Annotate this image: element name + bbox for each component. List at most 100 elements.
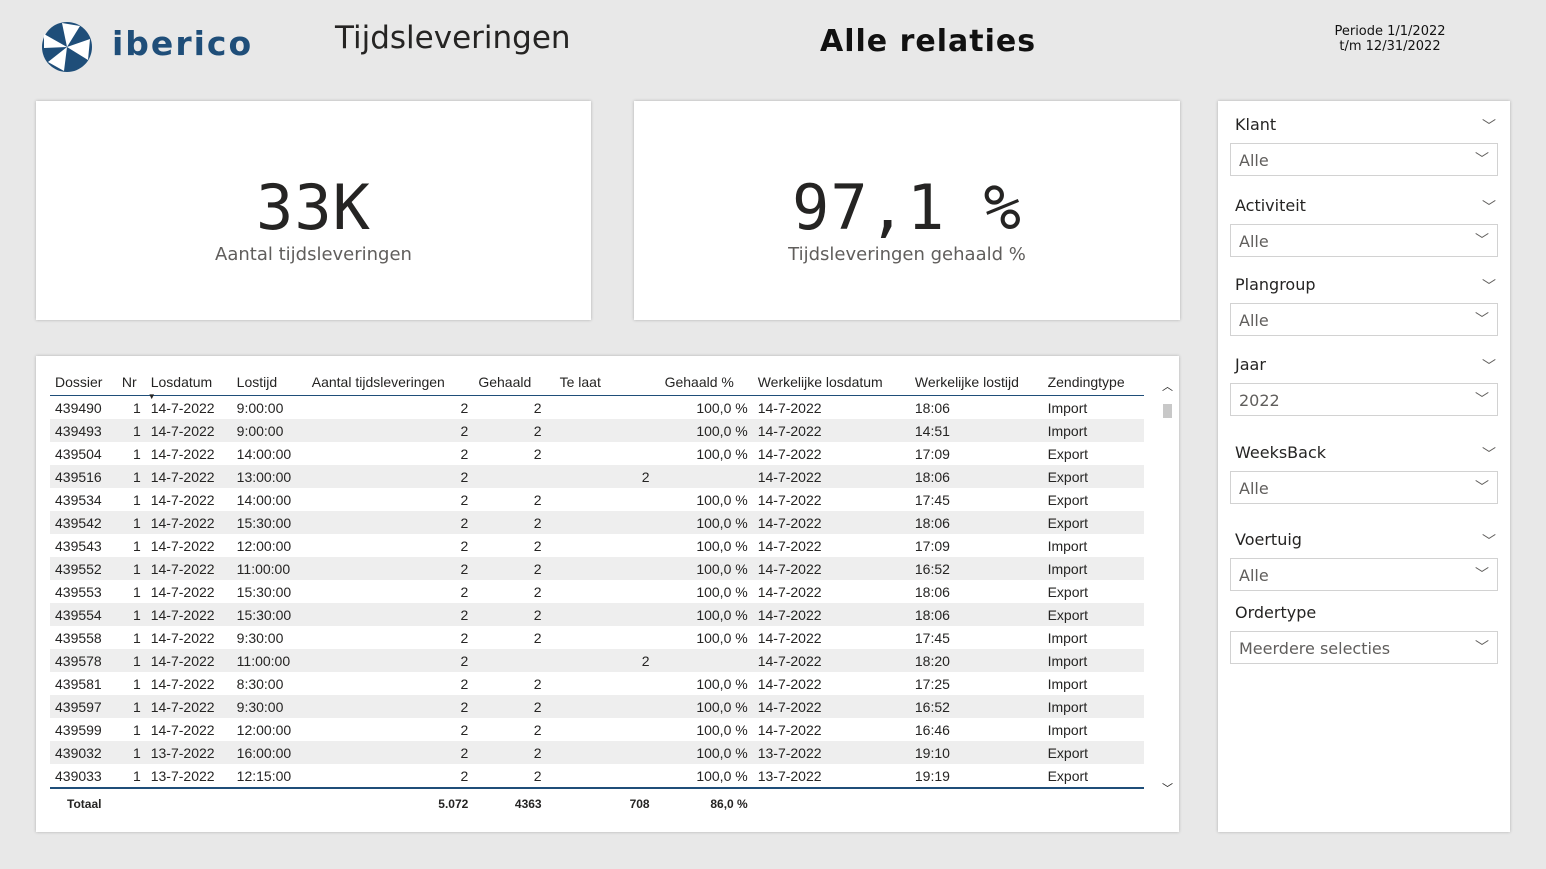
slicer-dropdown-jaar[interactable]: 2022 ﹀	[1230, 383, 1498, 416]
cell-werkelijke-lostijd: 19:19	[914, 767, 950, 784]
cell-gehaald: 2	[473, 603, 547, 626]
cell-aantal: 2	[306, 511, 474, 534]
cell-werkelijke-lostijd: 18:20	[909, 649, 1043, 672]
col-header-lostijd[interactable]: Lostijd	[231, 369, 307, 396]
cell-dossier: 439516	[50, 465, 117, 488]
chevron-down-icon[interactable]: ﹀	[1475, 564, 1489, 584]
slicer-dropdown-klant[interactable]: Alle ﹀	[1230, 143, 1498, 176]
cell-nr: 1	[116, 419, 146, 442]
cell-aantal: 2	[306, 465, 474, 488]
slicer-dropdown-weeksback[interactable]: Alle ﹀	[1230, 471, 1498, 504]
table-row[interactable]: 439033 1 13-7-2022 12:15:00 2 2 100,0 % 13-7-20…	[50, 764, 1144, 788]
slicer-dropdown-activiteit[interactable]: Alle ﹀	[1230, 224, 1498, 257]
cell-gehaald: 2	[533, 399, 542, 416]
cell-nr: 1	[132, 537, 141, 554]
cell-werkelijke-losdatum: 14-7-2022	[752, 649, 910, 672]
table-scrollbar[interactable]: ︿ ﹀	[1160, 378, 1174, 798]
chevron-down-icon[interactable]: ﹀	[1482, 444, 1496, 464]
col-header-werkelijke-lostijd[interactable]: Werkelijke lostijd	[909, 369, 1043, 396]
cell-werkelijke-losdatum: 14-7-2022	[752, 557, 910, 580]
table-row[interactable]: 439554 1 14-7-2022 15:30:00 2 2 100,0 % 14-7-20…	[50, 603, 1144, 626]
chevron-down-icon[interactable]: ﹀	[1475, 637, 1489, 657]
cell-aantal: 2	[306, 419, 474, 442]
cell-gehaald	[473, 649, 547, 672]
cell-losdatum: 14-7-2022	[150, 629, 215, 646]
totals-row: Totaal 5.072 4363 708 86,0 %	[50, 787, 1144, 819]
table-row[interactable]: 439558 1 14-7-2022 9:30:00 2 2 100,0 % 14-7-202…	[50, 626, 1144, 649]
slicer-dropdown-plangroup[interactable]: Alle ﹀	[1230, 303, 1498, 336]
cell-aantal: 2	[460, 767, 469, 784]
cell-gehaald: 2	[533, 491, 542, 508]
chevron-down-icon[interactable]: ﹀	[1475, 309, 1489, 329]
totals-label: Totaal	[50, 787, 117, 819]
kpi-card-aantal[interactable]: 33K Aantal tijdsleveringen	[36, 101, 591, 320]
col-header-losdatum[interactable]: Losdatum ▼	[145, 369, 232, 401]
table-row[interactable]: 439599 1 14-7-2022 12:00:00 2 2 100,0 % 14-7-20…	[50, 718, 1144, 741]
table-row[interactable]: 439534 1 14-7-2022 14:00:00 2 2 100,0 % 14-7-20…	[50, 488, 1144, 511]
sort-descending-icon: ▼	[147, 392, 156, 401]
cell-nr: 1	[116, 649, 146, 672]
table-row[interactable]: 439493 1 14-7-2022 9:00:00 2 2 100,0 % 14-7-202…	[50, 419, 1144, 442]
cell-werkelijke-losdatum: 14-7-2022	[757, 675, 822, 692]
chevron-down-icon[interactable]: ﹀	[1482, 276, 1496, 296]
chevron-down-icon[interactable]: ﹀	[1482, 197, 1496, 217]
cell-werkelijke-lostijd: 14:51	[909, 419, 1043, 442]
col-header-zendingtype[interactable]: Zendingtype	[1042, 369, 1144, 396]
scroll-up-icon[interactable]: ︿	[1162, 378, 1173, 394]
cell-lostijd: 12:15:00	[236, 767, 292, 784]
chevron-down-icon[interactable]: ﹀	[1482, 356, 1496, 376]
cell-dossier: 439504	[55, 445, 102, 462]
table-row[interactable]: 439581 1 14-7-2022 8:30:00 2 2 100,0 % 14-7-202…	[50, 672, 1144, 695]
chevron-down-icon[interactable]: ﹀	[1475, 230, 1489, 250]
cell-zendingtype: Import	[1047, 629, 1088, 646]
col-header-werkelijke-losdatum[interactable]: Werkelijke losdatum	[752, 369, 910, 396]
cell-gehaald: 2	[533, 675, 542, 692]
col-header-gehaald-pct[interactable]: Gehaald %	[654, 369, 753, 396]
slicer-dropdown-voertuig[interactable]: Alle ﹀	[1230, 558, 1498, 591]
cell-dossier: 439534	[55, 491, 102, 508]
kpi-value: 97,1 %	[792, 171, 1022, 244]
cell-gehaald-pct: 100,0 %	[654, 419, 753, 442]
col-header-te-laat[interactable]: Te laat	[546, 369, 655, 396]
cell-werkelijke-lostijd: 16:52	[909, 695, 1043, 718]
table-row[interactable]: 439578 1 14-7-2022 11:00:00 2 2 14-7-2022 18:20…	[50, 649, 1144, 672]
col-header-dossier[interactable]: Dossier	[50, 369, 117, 396]
table-row[interactable]: 439597 1 14-7-2022 9:30:00 2 2 100,0 % 14-7-202…	[50, 695, 1144, 718]
cell-te-laat	[546, 603, 655, 626]
cell-werkelijke-losdatum: 14-7-2022	[757, 399, 822, 416]
cell-te-laat	[547, 442, 655, 465]
scroll-down-icon[interactable]: ﹀	[1162, 780, 1173, 796]
col-header-gehaald[interactable]: Gehaald	[473, 369, 547, 396]
col-header-nr[interactable]: Nr	[116, 369, 146, 396]
table-row[interactable]: 439552 1 14-7-2022 11:00:00 2 2 100,0 % 14-7-20…	[50, 557, 1144, 580]
cell-zendingtype: Import	[1047, 721, 1088, 738]
chevron-down-icon[interactable]: ﹀	[1475, 389, 1489, 409]
chevron-down-icon[interactable]: ﹀	[1475, 477, 1489, 497]
chevron-down-icon[interactable]: ﹀	[1475, 149, 1489, 169]
cell-werkelijke-losdatum: 14-7-2022	[757, 491, 822, 508]
slicer-title-activiteit: Activiteit	[1235, 196, 1306, 215]
chevron-down-icon[interactable]: ﹀	[1482, 531, 1496, 551]
cell-lostijd: 8:30:00	[236, 675, 284, 692]
chevron-down-icon[interactable]: ﹀	[1482, 116, 1496, 136]
table-row[interactable]: 439542 1 14-7-2022 15:30:00 2 2 100,0 % 14-7-20…	[50, 511, 1144, 534]
table-row[interactable]: 439553 1 14-7-2022 15:30:00 2 2 100,0 % 14-7-20…	[50, 580, 1144, 603]
kpi-value: 33K	[256, 171, 371, 244]
cell-lostijd: 12:00:00	[236, 537, 292, 554]
table-row[interactable]: 439543 1 14-7-2022 12:00:00 2 2 100,0 % 14-7-20…	[50, 534, 1144, 557]
slicer-dropdown-ordertype[interactable]: Meerdere selecties ﹀	[1230, 631, 1498, 664]
cell-gehaald-pct: 100,0 %	[696, 583, 748, 600]
cell-zendingtype: Import	[1047, 399, 1088, 416]
col-header-aantal[interactable]: Aantal tijdsleveringen	[306, 369, 474, 396]
scrollbar-thumb[interactable]	[1163, 404, 1172, 418]
table-row[interactable]: 439032 1 13-7-2022 16:00:00 2 2 100,0 % 13-7-20…	[50, 741, 1144, 764]
cell-werkelijke-losdatum: 14-7-2022	[757, 537, 822, 554]
deliveries-table-card[interactable]: Dossier Nr Losdatum ▼ Lostijd Aantal tijd…	[36, 356, 1179, 832]
kpi-card-gehaald-pct[interactable]: 97,1 % Tijdsleveringen gehaald %	[634, 101, 1180, 320]
table-row[interactable]: 439504 1 14-7-2022 14:00:00 2 2 100,0 % 14-7-20…	[50, 442, 1144, 465]
table-row[interactable]: 439516 1 14-7-2022 13:00:00 2 2 14-7-2022 18:06…	[50, 465, 1144, 488]
table-row[interactable]: 439490 1 14-7-2022 9:00:00 2 2 100,0 % 14-7-202…	[50, 396, 1144, 420]
cell-losdatum: 14-7-2022	[145, 603, 232, 626]
slicer-title-jaar: Jaar	[1235, 355, 1266, 374]
cell-nr: 1	[116, 695, 146, 718]
